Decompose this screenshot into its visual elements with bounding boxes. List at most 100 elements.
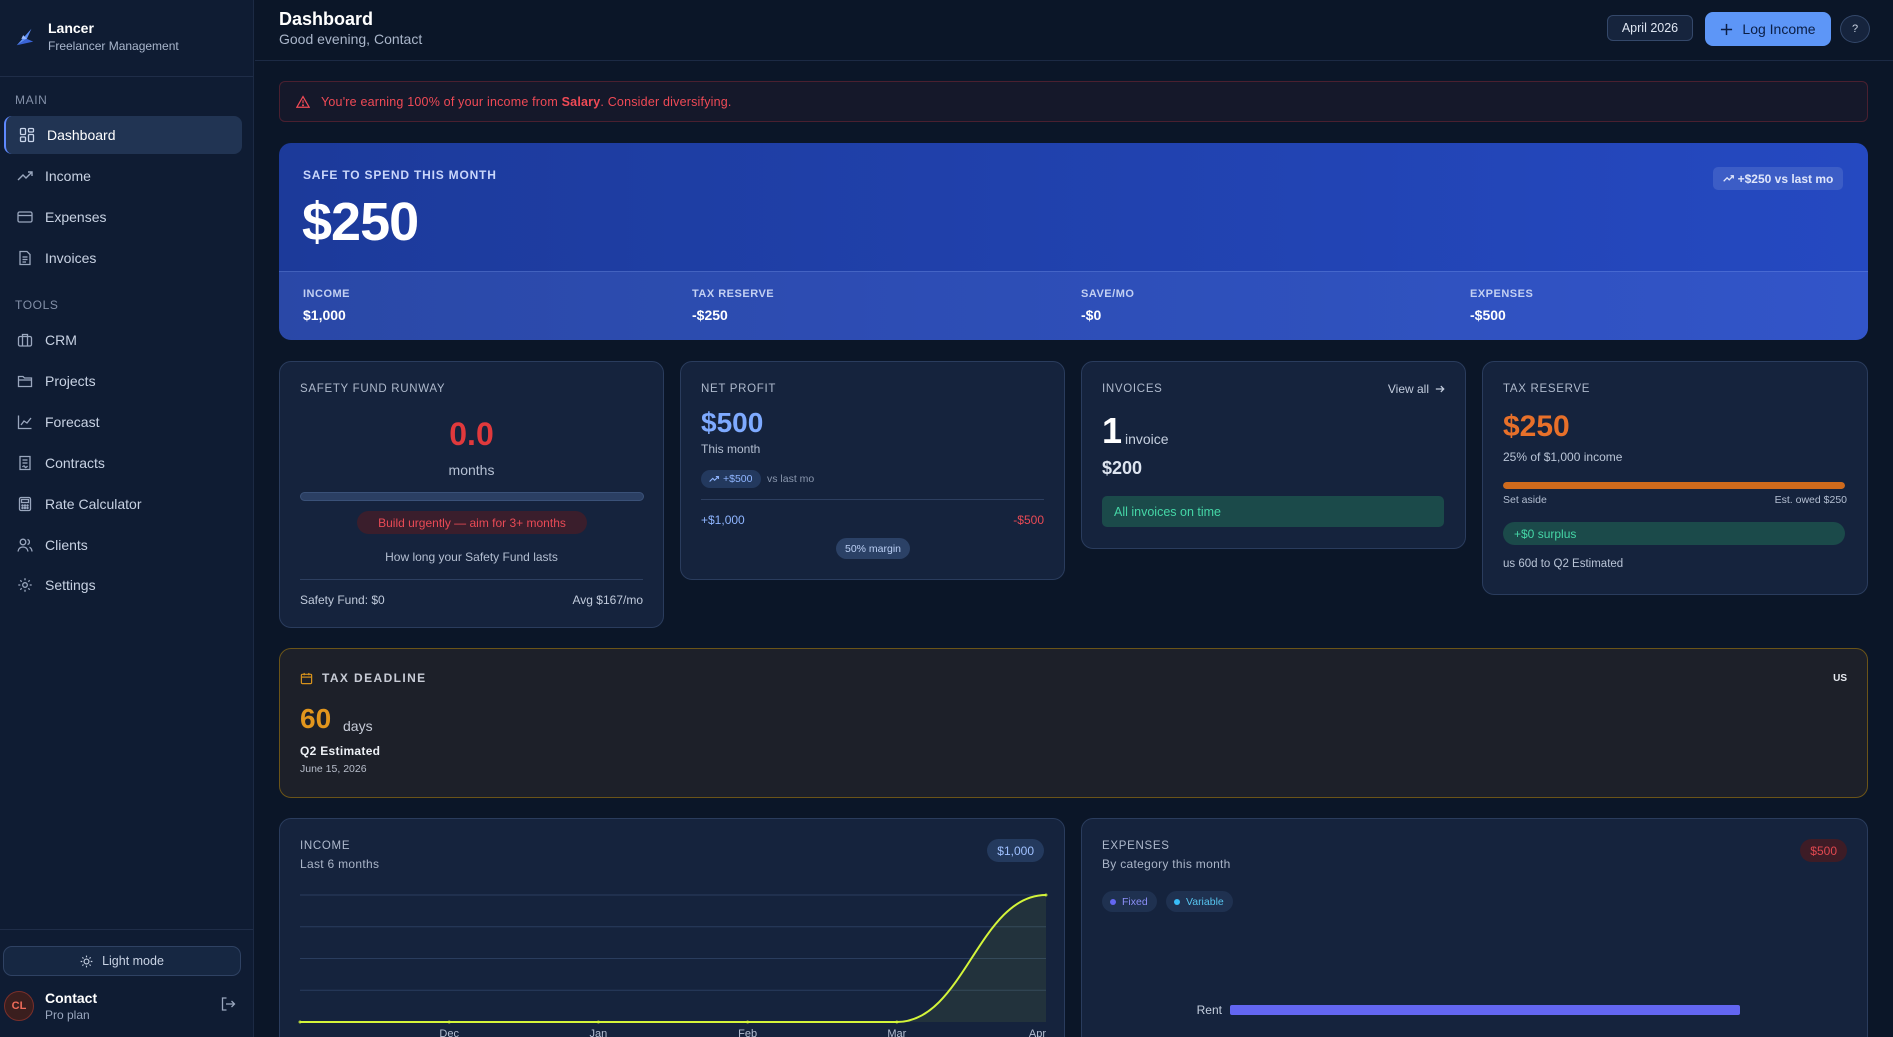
card-title: NET PROFIT: [701, 383, 777, 395]
stat-value: -$500: [1470, 307, 1506, 323]
page-header: Dashboard Good evening, Contact April 20…: [255, 0, 1893, 61]
tax-reserve-value: $250: [1503, 410, 1570, 443]
sidebar-item-label: Contracts: [45, 455, 105, 471]
days-remaining: 60: [300, 703, 332, 734]
sidebar-item-invoices[interactable]: Invoices: [4, 239, 242, 277]
region-label: US: [1833, 673, 1847, 684]
badge-text: +$250 vs last mo: [1737, 171, 1834, 186]
tax-reserve-subtitle: 25% of $1,000 income: [1503, 450, 1623, 464]
log-income-button[interactable]: Log Income: [1705, 12, 1831, 46]
greeting: Good evening, Contact: [279, 31, 423, 47]
month-selector[interactable]: April 2026: [1607, 15, 1693, 41]
sidebar-item-label: Clients: [45, 537, 88, 553]
sidebar-item-crm[interactable]: CRM: [4, 321, 242, 359]
brand[interactable]: Lancer Freelancer Management: [14, 20, 179, 53]
x-tick-label: Jan: [590, 1028, 608, 1037]
invoices-card: INVOICES View all 1 invoice $200 All inv…: [1081, 361, 1466, 549]
sidebar-item-contracts[interactable]: Contracts: [4, 444, 242, 482]
stat-value: -$250: [692, 307, 728, 323]
hero-stat-income: INCOME $1,000: [303, 288, 350, 323]
net-profit-change-badge: +$500: [701, 470, 761, 488]
sidebar-item-dashboard[interactable]: Dashboard: [4, 116, 242, 154]
calendar-icon: [300, 672, 313, 685]
users-icon: [17, 538, 33, 552]
safety-fund-amount: Safety Fund: $0: [300, 593, 385, 607]
help-button[interactable]: ?: [1840, 15, 1870, 43]
card-title: TAX RESERVE: [1503, 383, 1591, 395]
stat-value: -$0: [1081, 307, 1102, 323]
user-name: Contact: [45, 990, 98, 1006]
hero-stat-tax-reserve: TAX RESERVE -$250: [692, 288, 774, 323]
sidebar-item-label: Dashboard: [47, 127, 116, 143]
logout-icon[interactable]: [220, 996, 236, 1012]
trending-up-icon: [17, 171, 33, 181]
sidebar-item-label: Forecast: [45, 414, 100, 430]
sidebar-item-projects[interactable]: Projects: [4, 362, 242, 400]
tax-reserve-footnote: us 60d to Q2 Estimated: [1503, 558, 1624, 570]
section-main-label: MAIN: [15, 93, 48, 107]
alert-source: Salary: [561, 94, 601, 109]
alert-suffix: . Consider diversifying.: [600, 94, 732, 109]
margin-badge: 50% margin: [836, 538, 910, 559]
net-profit-value: $500: [701, 407, 764, 438]
view-all-invoices-link[interactable]: View all: [1388, 382, 1445, 396]
alert-prefix: You're earning 100% of your income from: [321, 94, 562, 109]
sidebar-item-label: CRM: [45, 332, 77, 348]
section-tools-label: TOOLS: [15, 298, 59, 312]
light-mode-label: Light mode: [102, 954, 164, 968]
view-all-label: View all: [1387, 382, 1429, 396]
tax-reserve-progress-fill: [1503, 482, 1845, 489]
change-text: +$500: [723, 473, 753, 485]
stat-label: INCOME: [303, 288, 350, 300]
category-label: Rent: [1197, 1003, 1223, 1017]
sidebar-divider: [0, 76, 253, 77]
lancer-logo-icon: [16, 28, 34, 46]
page-title: Dashboard: [279, 9, 374, 29]
expenses-chart: Rent: [1197, 1003, 1740, 1017]
user-profile[interactable]: CL Contact Pro plan: [4, 990, 97, 1022]
safe-to-spend-amount: $250: [302, 192, 419, 252]
tax-reserve-progress-bar: [1503, 482, 1845, 489]
diversification-alert: You're earning 100% of your income from …: [279, 81, 1868, 122]
x-tick-label: Mar: [887, 1028, 906, 1037]
calculator-icon: [18, 496, 32, 512]
sidebar-item-settings[interactable]: Settings: [4, 566, 242, 604]
sidebar-item-income[interactable]: Income: [4, 157, 242, 195]
line-chart-icon: [17, 415, 32, 430]
sidebar-item-clients[interactable]: Clients: [4, 526, 242, 564]
x-tick-label: Apr: [1029, 1028, 1046, 1037]
app-subtitle: Freelancer Management: [48, 39, 179, 53]
sun-icon: [80, 955, 93, 967]
invoice-count-label: invoice: [1125, 431, 1169, 447]
x-tick-label: Feb: [738, 1028, 757, 1037]
sidebar-item-forecast[interactable]: Forecast: [4, 403, 242, 441]
income-point: [1044, 893, 1048, 897]
days-label: days: [343, 718, 373, 734]
income-point: [746, 1020, 750, 1024]
warning-icon: [296, 94, 310, 108]
expenses-chart-card: EXPENSES By category this month $500 Fix…: [1081, 818, 1868, 1037]
sidebar-bottom-divider: [0, 929, 253, 930]
light-mode-toggle[interactable]: Light mode: [3, 946, 241, 976]
plus-icon: [1721, 23, 1733, 35]
trending-up-icon: [1722, 175, 1734, 182]
sidebar-item-label: Rate Calculator: [45, 496, 142, 512]
sidebar-item-label: Expenses: [45, 209, 107, 225]
log-income-label: Log Income: [1742, 21, 1816, 37]
stat-value: $1,000: [303, 307, 346, 323]
file-text-icon: [19, 250, 31, 266]
runway-unit: months: [448, 462, 495, 478]
net-profit-expenses: -$500: [1013, 513, 1044, 527]
deadline-date: June 15, 2026: [300, 763, 367, 775]
sidebar-item-label: Invoices: [45, 250, 97, 266]
sidebar-item-rate-calculator[interactable]: Rate Calculator: [4, 485, 242, 523]
income-point: [596, 1020, 600, 1024]
net-profit-income: +$1,000: [701, 513, 745, 527]
card-title: INVOICES: [1102, 383, 1163, 395]
hero-breakdown: INCOME $1,000 TAX RESERVE -$250 SAVE/MO …: [279, 271, 1868, 340]
avg-monthly-spend: Avg $167/mo: [572, 593, 644, 607]
sidebar-item-expenses[interactable]: Expenses: [4, 198, 242, 236]
dashboard-icon: [19, 127, 35, 143]
set-aside-label: Set aside: [1503, 494, 1547, 506]
folder-icon: [17, 375, 33, 388]
